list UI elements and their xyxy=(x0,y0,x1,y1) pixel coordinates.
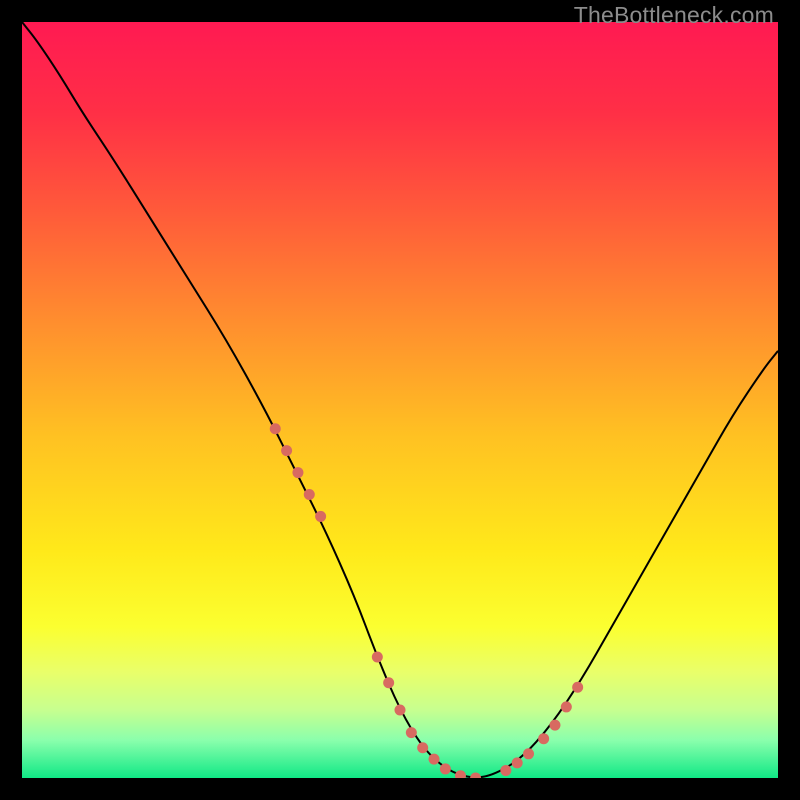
marker-dot xyxy=(383,677,394,688)
marker-dot xyxy=(315,511,326,522)
marker-dot xyxy=(281,445,292,456)
marker-dot xyxy=(304,489,315,500)
chart-frame xyxy=(22,22,778,778)
marker-dot xyxy=(572,682,583,693)
marker-dot xyxy=(440,763,451,774)
watermark-text: TheBottleneck.com xyxy=(574,2,774,29)
marker-dot xyxy=(561,701,572,712)
marker-dot xyxy=(417,742,428,753)
marker-dot xyxy=(549,720,560,731)
marker-dot xyxy=(523,748,534,759)
marker-dot xyxy=(292,467,303,478)
marker-dot xyxy=(406,727,417,738)
marker-dot xyxy=(500,765,511,776)
bottleneck-chart xyxy=(22,22,778,778)
marker-dot xyxy=(395,704,406,715)
marker-dot xyxy=(372,652,383,663)
marker-dot xyxy=(429,754,440,765)
marker-dot xyxy=(270,423,281,434)
marker-dot xyxy=(538,733,549,744)
marker-dot xyxy=(512,757,523,768)
gradient-background xyxy=(22,22,778,778)
